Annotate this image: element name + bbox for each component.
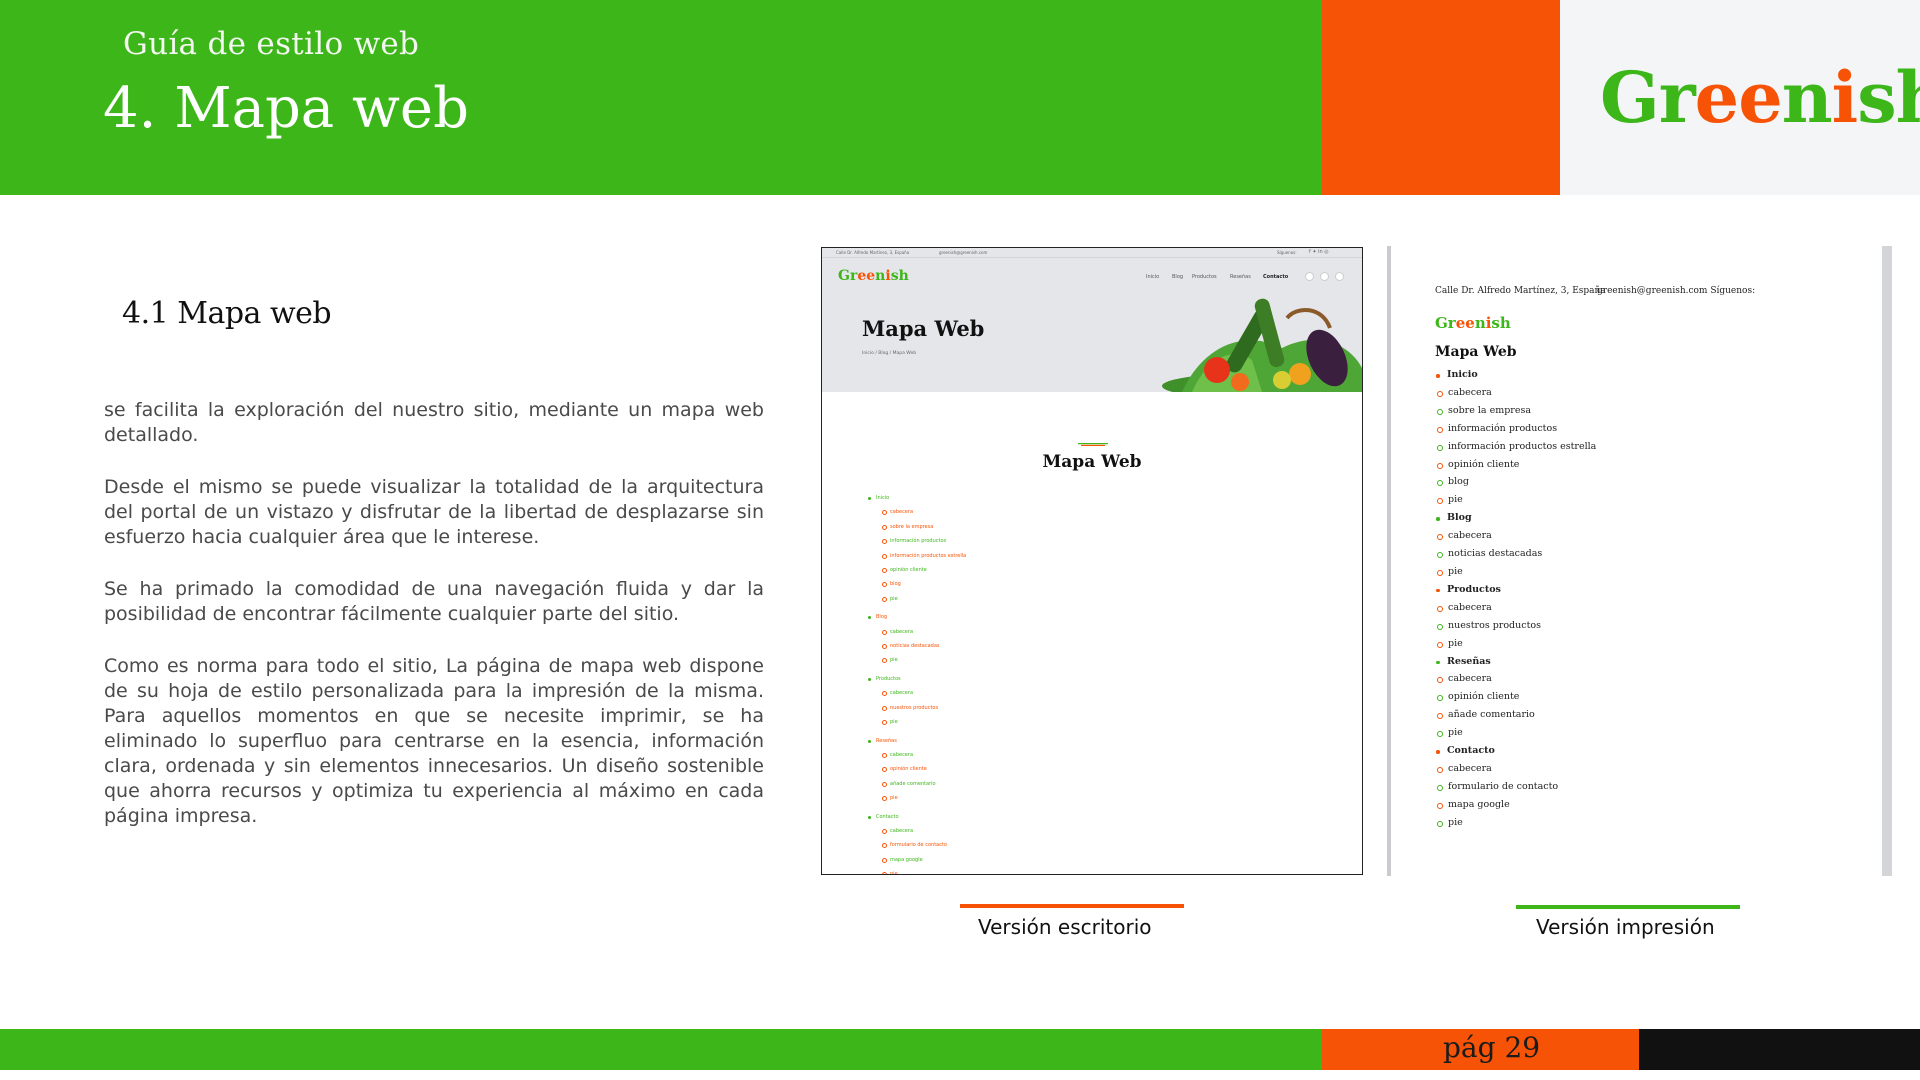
page-title: 4. Mapa web bbox=[103, 76, 469, 141]
user-icon[interactable] bbox=[1320, 272, 1329, 281]
sitemap-link: mapa google bbox=[1435, 796, 1596, 814]
sitemap-section: Blog bbox=[1435, 509, 1596, 527]
sitemap-link: añade comentario bbox=[1435, 706, 1596, 724]
print-page-edge bbox=[1882, 246, 1892, 876]
section-title: 4.1 Mapa web bbox=[122, 296, 332, 331]
sitemap-link[interactable]: añade comentario bbox=[866, 777, 966, 791]
footer-green-band bbox=[0, 1029, 1322, 1070]
sitemap-link: cabecera bbox=[1435, 527, 1596, 545]
nav-item[interactable]: Reseñas bbox=[1230, 274, 1251, 280]
print-page-edge bbox=[1387, 246, 1391, 876]
paragraph: Desde el mismo se puede visualizar la to… bbox=[104, 476, 764, 548]
greenish-logo: Greenish bbox=[1600, 56, 1920, 139]
sitemap-link[interactable]: información productos bbox=[866, 534, 966, 548]
sitemap-link[interactable]: cabecera bbox=[866, 824, 966, 838]
sitemap-section: Inicio bbox=[1435, 366, 1596, 384]
sitemap-link: pie bbox=[1435, 814, 1596, 832]
sitemap-link: opinión cliente bbox=[1435, 688, 1596, 706]
sitemap-link: blog bbox=[1435, 473, 1596, 491]
sitemap-link[interactable]: opinión cliente bbox=[866, 762, 966, 776]
nav-item[interactable]: Productos bbox=[1192, 274, 1217, 280]
sitemap-link[interactable]: noticias destacadas bbox=[866, 639, 966, 653]
sitemap-link[interactable]: formulario de contacto bbox=[866, 838, 966, 852]
desktop-topbar: Calle Dr. Alfredo Martínez, 3, España gr… bbox=[822, 248, 1362, 258]
sitemap-link: formulario de contacto bbox=[1435, 778, 1596, 796]
caption-print: Versión impresión bbox=[1536, 915, 1715, 939]
sitemap-link: sobre la empresa bbox=[1435, 402, 1596, 420]
sitemap-section[interactable]: Inicio bbox=[866, 491, 966, 505]
sitemap-section[interactable]: Blog bbox=[866, 610, 966, 624]
sitemap-section: Reseñas bbox=[1435, 653, 1596, 671]
sitemap-section[interactable]: Reseñas bbox=[866, 734, 966, 748]
cart-icon[interactable] bbox=[1335, 272, 1344, 281]
print-version-screenshot: Calle Dr. Alfredo Martínez, 3, España gr… bbox=[1387, 246, 1892, 876]
email-text: greenish@greenish.com bbox=[939, 250, 988, 255]
sitemap-link[interactable]: pie bbox=[866, 867, 966, 874]
paragraph: Se ha primado la comodidad de una navega… bbox=[104, 578, 764, 625]
sitemap-link[interactable]: cabecera bbox=[866, 505, 966, 519]
sitemap-link: información productos estrella bbox=[1435, 438, 1596, 456]
sitemap-section[interactable]: Contacto bbox=[866, 810, 966, 824]
sitemap-link[interactable]: nuestros productos bbox=[866, 701, 966, 715]
sitemap-link: cabecera bbox=[1435, 599, 1596, 617]
vegetables-image bbox=[1162, 298, 1362, 392]
follow-text: Síguenos: bbox=[1277, 250, 1297, 255]
sitemap-link[interactable]: información productos estrella bbox=[866, 549, 966, 563]
print-email-follow: greenish@greenish.com Síguenos: bbox=[1597, 286, 1756, 296]
sitemap-link[interactable]: cabecera bbox=[866, 748, 966, 762]
desktop-sitemap-list: Inicio cabecera sobre la empresa informa… bbox=[866, 491, 966, 874]
sitemap-link: información productos bbox=[1435, 420, 1596, 438]
sitemap-link[interactable]: blog bbox=[866, 577, 966, 591]
sitemap-link: pie bbox=[1435, 635, 1596, 653]
heading-decoration bbox=[1078, 443, 1108, 446]
sitemap-link: pie bbox=[1435, 563, 1596, 581]
document-subtitle: Guía de estilo web bbox=[123, 26, 420, 62]
desktop-hero-title: Mapa Web bbox=[862, 316, 985, 341]
sitemap-section: Productos bbox=[1435, 581, 1596, 599]
sitemap-link: pie bbox=[1435, 724, 1596, 742]
print-sitemap-heading: Mapa Web bbox=[1435, 344, 1517, 360]
address-text: Calle Dr. Alfredo Martínez, 3, España bbox=[836, 250, 910, 255]
sitemap-link[interactable]: opinión cliente bbox=[866, 563, 966, 577]
paragraph: Como es norma para todo el sitio, La pág… bbox=[104, 655, 764, 827]
sitemap-link: cabecera bbox=[1435, 760, 1596, 778]
breadcrumb: Inicio / Blog / Mapa Web bbox=[862, 351, 917, 356]
sitemap-link[interactable]: pie bbox=[866, 653, 966, 667]
nav-item[interactable]: Contacto bbox=[1263, 274, 1288, 280]
print-logo: Greenish bbox=[1435, 314, 1511, 332]
print-address: Calle Dr. Alfredo Martínez, 3, España bbox=[1435, 286, 1606, 296]
page-number: pág 29 bbox=[1443, 1031, 1541, 1064]
paragraph: se facilita la exploración del nuestro s… bbox=[104, 399, 764, 446]
sitemap-link[interactable]: pie bbox=[866, 592, 966, 606]
footer-dark-band bbox=[1639, 1029, 1920, 1070]
sitemap-link: nuestros productos bbox=[1435, 617, 1596, 635]
sitemap-link: pie bbox=[1435, 491, 1596, 509]
sitemap-link: noticias destacadas bbox=[1435, 545, 1596, 563]
sitemap-link[interactable]: pie bbox=[866, 715, 966, 729]
search-icon[interactable] bbox=[1305, 272, 1314, 281]
desktop-sitemap-heading: Mapa Web bbox=[1042, 452, 1142, 472]
sitemap-link: opinión cliente bbox=[1435, 456, 1596, 474]
nav-item[interactable]: Blog bbox=[1172, 274, 1183, 280]
header-orange-band bbox=[1322, 0, 1560, 195]
sitemap-link[interactable]: cabecera bbox=[866, 686, 966, 700]
sitemap-link[interactable]: sobre la empresa bbox=[866, 520, 966, 534]
caption-desktop: Versión escritorio bbox=[978, 915, 1152, 939]
section-body: se facilita la exploración del nuestro s… bbox=[104, 398, 764, 856]
sitemap-link: cabecera bbox=[1435, 384, 1596, 402]
sitemap-link: cabecera bbox=[1435, 670, 1596, 688]
sitemap-section[interactable]: Productos bbox=[866, 672, 966, 686]
print-sitemap-list: Inicio cabecera sobre la empresa informa… bbox=[1435, 366, 1596, 832]
desktop-logo: Greenish bbox=[838, 268, 909, 284]
sitemap-section: Contacto bbox=[1435, 742, 1596, 760]
sitemap-link[interactable]: pie bbox=[866, 791, 966, 805]
caption-underline bbox=[960, 904, 1184, 908]
sitemap-link[interactable]: cabecera bbox=[866, 625, 966, 639]
nav-item[interactable]: Inicio bbox=[1146, 274, 1159, 280]
social-icons: f ✦ in ◎ bbox=[1309, 249, 1329, 255]
sitemap-link[interactable]: mapa google bbox=[866, 853, 966, 867]
caption-underline bbox=[1516, 905, 1740, 909]
desktop-version-screenshot: Calle Dr. Alfredo Martínez, 3, España gr… bbox=[821, 247, 1363, 875]
